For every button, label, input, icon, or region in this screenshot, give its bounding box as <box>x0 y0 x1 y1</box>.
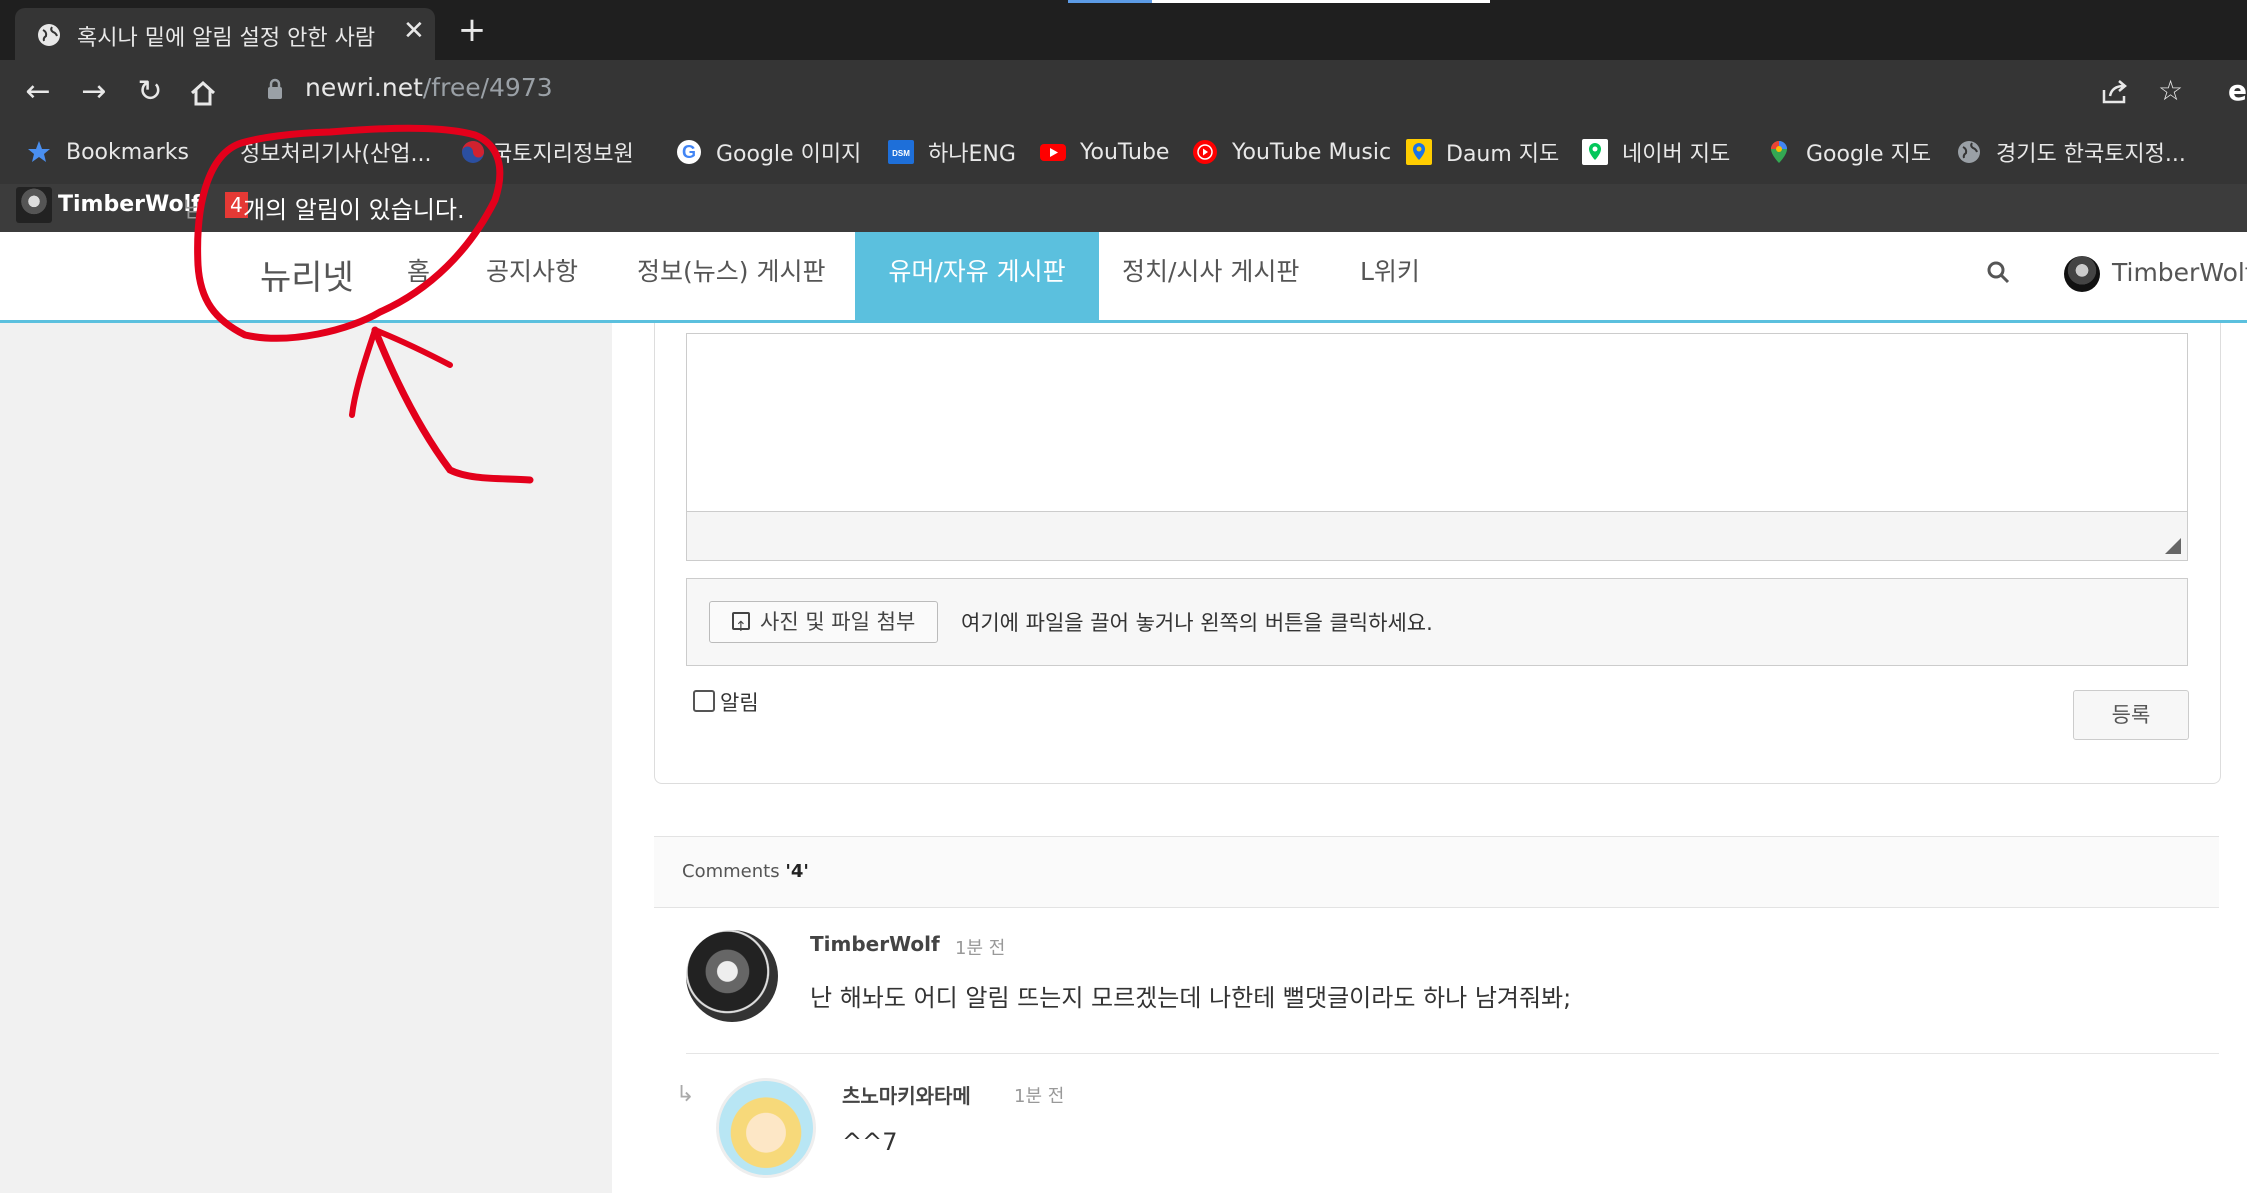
nav-username[interactable]: TimberWolf <box>2112 258 2247 287</box>
left-gutter <box>0 323 612 1193</box>
home-icon[interactable] <box>188 78 218 108</box>
browser-toolbar: ← → ↻ newri.net/free/4973 ☆ e <box>0 60 2247 122</box>
bookmark-ngii[interactable]: 국토지리정보원 <box>460 134 634 170</box>
url-host: newri.net <box>305 73 423 102</box>
comment-text: ^^7 <box>842 1128 898 1156</box>
notice-username[interactable]: TimberWolf <box>58 192 201 217</box>
bookmark-gyeonggi[interactable]: 경기도 한국토지정... <box>1956 134 2186 170</box>
avatar[interactable] <box>2064 256 2100 292</box>
youtube-icon <box>1040 139 1066 165</box>
bookmark-youtube[interactable]: YouTube <box>1040 134 1169 170</box>
nav-notice[interactable]: 공지사항 <box>484 232 580 320</box>
forward-icon[interactable]: → <box>74 72 114 112</box>
nav-news-board[interactable]: 정보(뉴스) 게시판 <box>635 232 827 320</box>
svg-text:G: G <box>682 142 696 162</box>
extension-icon[interactable]: e <box>2228 74 2247 107</box>
bookmark-hana-eng[interactable]: DSM 하나ENG <box>888 134 1016 170</box>
reply-arrow-icon: ↳ <box>676 1082 695 1107</box>
bookmark-folder[interactable]: 정보처리기사(산업... <box>240 134 431 170</box>
close-tab-icon[interactable]: ✕ <box>403 16 425 46</box>
submit-button[interactable]: 등록 <box>2073 690 2189 740</box>
comment-textarea[interactable] <box>686 333 2188 512</box>
upload-hint: 여기에 파일을 끌어 놓거나 왼쪽의 버튼을 클릭하세요. <box>961 611 1433 635</box>
comment-divider <box>686 1053 2219 1054</box>
nav-humor-board[interactable]: 유머/자유 게시판 <box>855 232 1099 320</box>
avatar[interactable] <box>716 1078 816 1178</box>
browser-tab[interactable]: 혹시나 밑에 알림 설정 안한 사람 ✕ <box>15 8 435 60</box>
tab-strip: 혹시나 밑에 알림 설정 안한 사람 ✕ + <box>0 0 2247 60</box>
svg-text:DSM: DSM <box>892 149 910 158</box>
comment-author[interactable]: TimberWolf <box>810 932 940 956</box>
nav-lwiki[interactable]: L위키 <box>1358 232 1422 320</box>
url-path: /free/4973 <box>422 73 553 102</box>
star-icon <box>26 139 52 165</box>
notice-honorific: 님 <box>183 198 204 223</box>
dsm-icon: DSM <box>888 139 914 165</box>
bookmarks-bar: Bookmarks 정보처리기사(산업... 국토지리정보원 G Google … <box>0 122 2247 184</box>
google-maps-icon <box>1766 139 1792 165</box>
new-tab-button[interactable]: + <box>452 10 492 50</box>
address-bar[interactable]: newri.net/free/4973 <box>305 73 553 102</box>
upload-icon <box>732 607 750 647</box>
comment-time: 1분 전 <box>955 938 1006 959</box>
comments-header: Comments '4' <box>654 836 2219 908</box>
reload-icon[interactable]: ↻ <box>130 72 170 112</box>
comments-title: Comments '4' <box>682 861 809 882</box>
tab-title: 혹시나 밑에 알림 설정 안한 사람 <box>77 26 376 51</box>
file-upload-area[interactable]: 사진 및 파일 첨부 여기에 파일을 끌어 놓거나 왼쪽의 버튼을 클릭하세요. <box>686 578 2188 666</box>
bookmark-bookmarks[interactable]: Bookmarks <box>26 134 189 170</box>
site-logo[interactable]: 뉴리넷 <box>260 250 354 299</box>
comment-author[interactable]: 츠노마키와타메 <box>842 1080 971 1109</box>
bookmark-google-maps[interactable]: Google 지도 <box>1766 134 1931 170</box>
notification-text[interactable]: 개의 알림이 있습니다. <box>243 190 465 225</box>
youtube-music-icon <box>1192 139 1218 165</box>
google-icon: G <box>676 139 702 165</box>
share-icon[interactable] <box>2100 78 2130 106</box>
attach-file-button[interactable]: 사진 및 파일 첨부 <box>709 601 939 647</box>
bookmark-star-icon[interactable]: ☆ <box>2158 74 2183 107</box>
korea-emblem-icon <box>460 139 486 165</box>
loading-progress <box>1068 0 1490 3</box>
globe-icon <box>38 24 60 46</box>
resize-handle-icon[interactable] <box>2165 538 2181 554</box>
search-icon[interactable] <box>1986 260 2010 284</box>
naver-map-icon <box>1582 139 1608 165</box>
nav-politics-board[interactable]: 정치/시사 게시판 <box>1120 232 1301 320</box>
bookmark-youtube-music[interactable]: YouTube Music <box>1192 134 1391 170</box>
nav-home[interactable]: 홈 <box>405 232 432 320</box>
editor-resize-bar <box>686 511 2188 561</box>
avatar[interactable] <box>686 930 778 1022</box>
comment-time: 1분 전 <box>1014 1086 1065 1107</box>
daum-map-icon <box>1406 139 1432 165</box>
bookmark-daum-map[interactable]: Daum 지도 <box>1406 134 1559 170</box>
globe-icon <box>1956 139 1982 165</box>
alarm-checkbox[interactable] <box>693 690 715 712</box>
bookmark-google-images[interactable]: G Google 이미지 <box>676 134 861 170</box>
lock-icon[interactable] <box>266 78 284 100</box>
bookmark-naver-map[interactable]: 네이버 지도 <box>1582 134 1730 170</box>
comments-count: '4' <box>785 861 809 882</box>
back-icon[interactable]: ← <box>18 72 58 112</box>
avatar <box>16 187 52 223</box>
comment-text: 난 해놔도 어디 알림 뜨는지 모르겠는데 나한테 뻘댓글이라도 하나 남겨줘봐… <box>810 984 1572 1012</box>
site-navbar: 뉴리넷 홈 공지사항 정보(뉴스) 게시판 유머/자유 게시판 정치/시사 게시… <box>0 232 2247 323</box>
alarm-label: 알림 <box>720 691 759 715</box>
